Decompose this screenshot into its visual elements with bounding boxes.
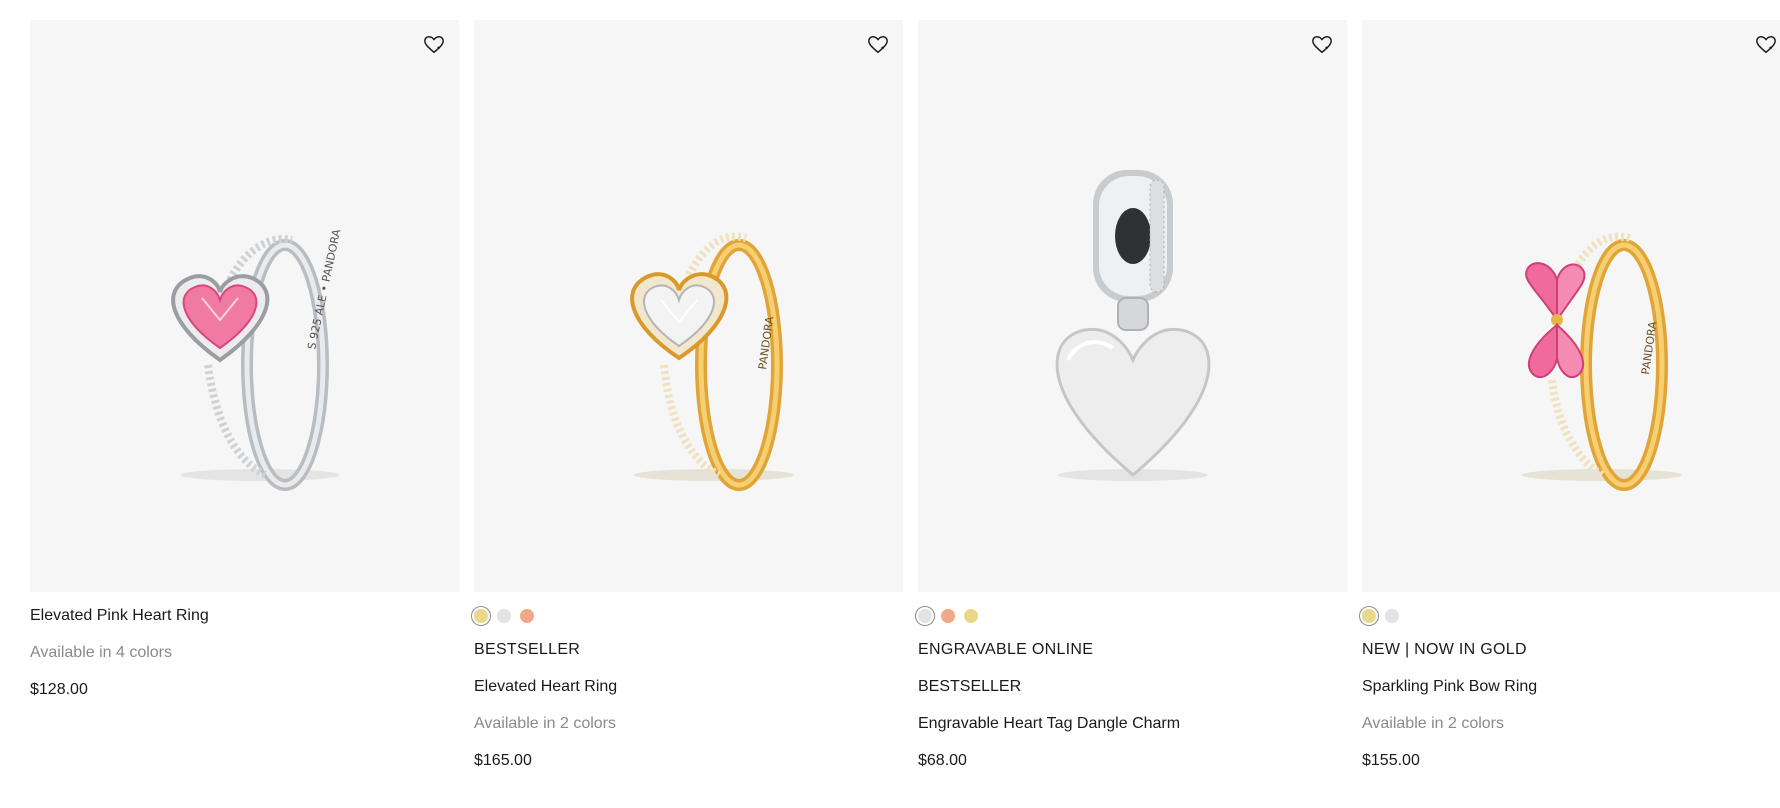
product-badge: NEW | NOW IN GOLD xyxy=(1362,641,1527,658)
product-image[interactable]: PANDORA xyxy=(1362,20,1780,592)
product-price: $155.00 xyxy=(1362,752,1420,769)
product-badge: BESTSELLER xyxy=(918,678,1022,695)
color-swatch-silver[interactable] xyxy=(918,609,932,623)
availability-text: Available in 2 colors xyxy=(474,715,617,732)
color-swatches xyxy=(474,606,903,626)
product-card[interactable]: PANDORA NEW | NOW IN GOLD Sparkling Pink… xyxy=(1362,20,1780,800)
heart-outline-icon[interactable] xyxy=(423,34,445,56)
heart-outline-icon[interactable] xyxy=(1311,34,1333,56)
product-badge: ENGRAVABLE ONLINE xyxy=(918,641,1094,658)
color-swatch-gold[interactable] xyxy=(964,609,978,623)
color-swatch-silver[interactable] xyxy=(497,609,511,623)
gold-pink-bow-ring-image: PANDORA xyxy=(1522,232,1682,491)
color-swatch-rose[interactable] xyxy=(941,609,955,623)
color-swatches xyxy=(918,606,1347,626)
silver-pink-heart-ring-image: S 925 ALE • PANDORA xyxy=(171,228,344,491)
product-image[interactable]: PANDORA xyxy=(474,20,903,592)
product-price: $68.00 xyxy=(918,752,967,769)
color-swatch-rose[interactable] xyxy=(520,609,534,623)
product-price: $165.00 xyxy=(474,752,532,769)
product-image[interactable]: S 925 ALE • PANDORA xyxy=(30,20,459,592)
product-grid: S 925 ALE • PANDORA Elevated Pink Heart … xyxy=(30,20,1780,800)
product-card[interactable]: PANDORA BESTSELLER Elevated Heart Ring A… xyxy=(474,20,903,800)
product-name[interactable]: Engravable Heart Tag Dangle Charm xyxy=(918,714,1347,733)
product-name[interactable]: Sparkling Pink Bow Ring xyxy=(1362,677,1780,696)
availability-text: Available in 4 colors xyxy=(30,644,173,661)
availability-text: Available in 2 colors xyxy=(1362,715,1505,732)
product-name[interactable]: Elevated Heart Ring xyxy=(474,677,903,696)
color-swatch-gold[interactable] xyxy=(1362,609,1376,623)
product-price: $128.00 xyxy=(30,681,88,698)
product-image[interactable] xyxy=(918,20,1347,592)
product-card[interactable]: ENGRAVABLE ONLINE BESTSELLER Engravable … xyxy=(918,20,1347,800)
product-badge: BESTSELLER xyxy=(474,641,581,658)
heart-outline-icon[interactable] xyxy=(867,34,889,56)
gold-clear-heart-ring-image: PANDORA xyxy=(630,232,794,491)
product-card[interactable]: S 925 ALE • PANDORA Elevated Pink Heart … xyxy=(30,20,459,800)
heart-outline-icon[interactable] xyxy=(1755,34,1777,56)
product-name[interactable]: Elevated Pink Heart Ring xyxy=(30,606,459,625)
color-swatch-gold[interactable] xyxy=(474,609,488,623)
color-swatches xyxy=(1362,606,1780,626)
color-swatch-silver[interactable] xyxy=(1385,609,1399,623)
silver-heart-tag-charm-image xyxy=(1055,170,1211,481)
